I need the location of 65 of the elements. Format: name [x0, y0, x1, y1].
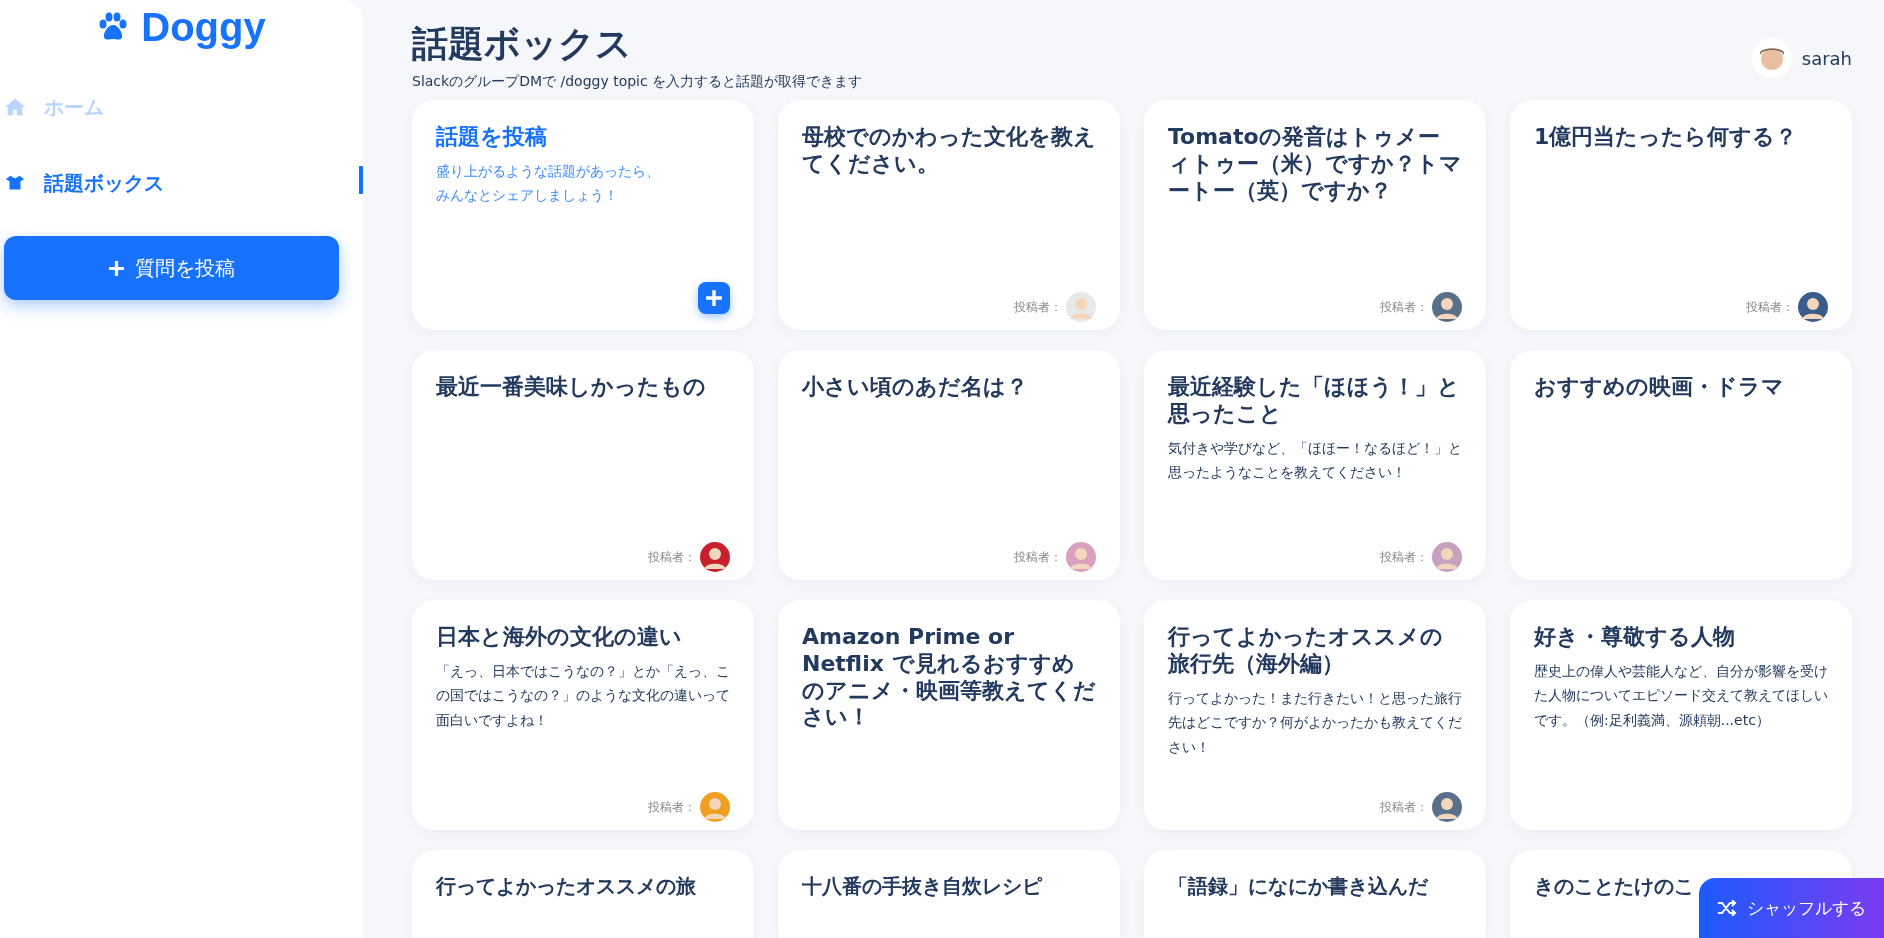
topic-card[interactable]: 話題を投稿 盛り上がるような話題があったら、みんなとシェアしましょう！	[412, 100, 754, 330]
nav-item[interactable]: 話題ボックス	[0, 168, 363, 198]
topic-card[interactable]: 十八番の手抜き自炊レシピ	[778, 850, 1120, 938]
user-avatar-icon	[1751, 38, 1792, 78]
author-avatar-icon	[1066, 292, 1096, 322]
page-subtitle: SlackのグループDMで /doggy topic を入力すると話題が取得できます	[412, 73, 863, 91]
card-title: Tomatoの発音はトゥメーィトゥー（米）ですか？トマートー（英）ですか？	[1168, 124, 1462, 205]
author-avatar-icon	[1432, 292, 1462, 322]
author-label: 投稿者：	[1380, 798, 1428, 816]
card-title: 「語録」になにか書き込んだ	[1168, 874, 1430, 899]
author-label: 投稿者：	[1746, 298, 1794, 316]
topic-card[interactable]: 最近経験した「ほほう！」と思ったこと 気付きや学びなど、「ほほー！なるほど！」と思ったようなことを教えてください！ 投稿者：	[1144, 350, 1486, 580]
author-label: 投稿者：	[648, 548, 696, 566]
topic-card[interactable]: 行ってよかったオススメの旅	[412, 850, 754, 938]
card-description: 「えっ、日本ではこうなの？」とか「えっ、この国ではこうなの？」のような文化の違いって面白いですよね！	[436, 661, 730, 730]
card-description: 歴史上の偉人や芸能人など、自分が影響を受けた人物についてエピソード交えて教えてほしいです。（例:足利義満、源頼朝...etc）	[1534, 661, 1828, 730]
author-label: 投稿者：	[1014, 548, 1062, 566]
topic-card[interactable]: 1億円当たったら何する？ 投稿者：	[1510, 100, 1852, 330]
card-title: 母校でのかわった文化を教えてください。	[802, 124, 1096, 178]
topic-card[interactable]: 「語録」になにか書き込んだ	[1144, 850, 1486, 938]
shuffle-icon	[1717, 900, 1737, 916]
card-description: 気付きや学びなど、「ほほー！なるほど！」と思ったようなことを教えてください！	[1168, 438, 1462, 483]
topic-card[interactable]: Tomatoの発音はトゥメーィトゥー（米）ですか？トマートー（英）ですか？ 投稿者：	[1144, 100, 1486, 330]
card-title: 行ってよかったオススメの旅行先（海外編）	[1168, 624, 1444, 678]
author-label: 投稿者：	[1014, 298, 1062, 316]
card-title: 1億円当たったら何する？	[1534, 124, 1799, 151]
card-title: 話題を投稿	[436, 124, 548, 151]
card-title: おすすめの映画・ドラマ	[1534, 374, 1785, 401]
author-avatar-icon	[1798, 292, 1828, 322]
user-name[interactable]: sarah	[1801, 47, 1852, 69]
card-title: 好き・尊敬する人物	[1534, 624, 1736, 651]
card-description: 盛り上がるような話題があったら、みんなとシェアしましょう！	[436, 161, 661, 206]
home-icon	[4, 97, 26, 117]
add-topic-button[interactable]	[698, 282, 730, 314]
card-title: 小さい頃のあだ名は？	[802, 374, 1029, 401]
card-title: 最近経験した「ほほう！」と思ったこと	[1168, 374, 1461, 428]
card-title: Amazon Prime or Netflix で見れるおすすめのアニメ・映画等教えてください！	[802, 624, 1096, 732]
plus-icon	[108, 259, 125, 277]
topic-card[interactable]: 好き・尊敬する人物 歴史上の偉人や芸能人など、自分が影響を受けた人物についてエピソード交えて教えてほしいです。（例:足利義満、源頼朝...etc）	[1510, 600, 1852, 830]
card-title: 十八番の手抜き自炊レシピ	[802, 874, 1044, 899]
plus-icon	[705, 289, 723, 307]
card-description: 行ってよかった！また行きたい！と思った旅行先はどこですか？何がよかったかも教えてください！	[1168, 688, 1462, 757]
author-label: 投稿者：	[648, 798, 696, 816]
card-title: 日本と海外の文化の違い	[436, 624, 683, 651]
author-avatar-icon	[1432, 542, 1462, 572]
topic-card[interactable]: 行ってよかったオススメの旅行先（海外編） 行ってよかった！また行きたい！と思った旅行先はどこですか？何がよかったかも教えてください！ 投稿者：	[1144, 600, 1486, 830]
post-question-button[interactable]: 質問を投稿	[4, 236, 339, 300]
topic-card[interactable]: 小さい頃のあだ名は？ 投稿者：	[778, 350, 1120, 580]
card-title: きのことたけのこ	[1534, 874, 1695, 899]
shuffle-button-overlay[interactable]: シャッフルする	[1699, 878, 1884, 938]
author-avatar-icon	[1066, 542, 1096, 572]
brand-name: Doggy	[141, 4, 266, 50]
author-label: 投稿者：	[1380, 298, 1428, 316]
topic-card[interactable]: 母校でのかわった文化を教えてください。 投稿者：	[778, 100, 1120, 330]
author-avatar-icon	[700, 542, 730, 572]
card-title: 行ってよかったオススメの旅	[436, 874, 697, 899]
topic-card[interactable]: Amazon Prime or Netflix で見れるおすすめのアニメ・映画等教えてください！	[778, 600, 1120, 830]
page-title: 話題ボックス	[412, 22, 633, 66]
topic-card[interactable]: 最近一番美味しかったもの 投稿者：	[412, 350, 754, 580]
author-label: 投稿者：	[1380, 548, 1428, 566]
topic-card[interactable]: おすすめの映画・ドラマ	[1510, 350, 1852, 580]
author-avatar-icon	[1432, 792, 1462, 822]
author-avatar-icon	[700, 792, 730, 822]
card-title: 最近一番美味しかったもの	[436, 374, 707, 401]
topic-card[interactable]: 日本と海外の文化の違い 「えっ、日本ではこうなの？」とか「えっ、この国ではこうなの？」のような文化の違いって面白いですよね！ 投稿者：	[412, 600, 754, 830]
